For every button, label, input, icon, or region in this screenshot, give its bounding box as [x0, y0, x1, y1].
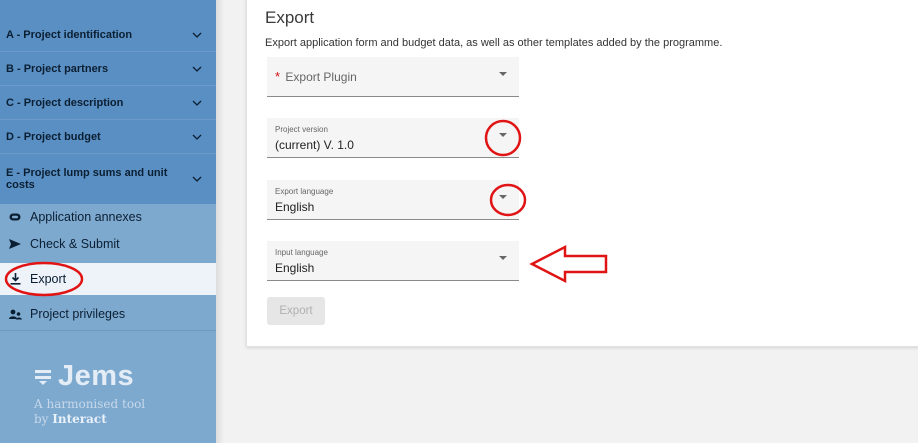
sidebar-item-label: Application annexes: [30, 210, 142, 224]
sidebar: A - Project identification B - Project p…: [0, 0, 216, 443]
sidebar-shadow: [216, 0, 224, 443]
sidebar-section-label: B - Project partners: [6, 62, 109, 75]
send-icon: [8, 237, 22, 251]
dropdown-arrow-icon: [499, 195, 507, 199]
sidebar-sections: A - Project identification B - Project p…: [0, 0, 216, 204]
logo-name: Jems: [58, 360, 135, 392]
export-language-select[interactable]: Export language English: [267, 180, 519, 220]
export-card: [246, 0, 918, 347]
sidebar-section-d[interactable]: D - Project budget: [0, 120, 216, 154]
sidebar-section-label: A - Project identification: [6, 29, 133, 41]
sidebar-section-label: E - Project lump sums and unit costs: [6, 167, 168, 191]
sidebar-item-label: Project privileges: [30, 307, 126, 321]
jems-logo-icon: [35, 369, 51, 385]
input-language-value: English: [275, 261, 315, 275]
logo-tagline-prefix: by: [34, 412, 53, 426]
sidebar-section-label: D - Project budget: [6, 130, 101, 143]
sidebar-item-export[interactable]: Export: [0, 263, 216, 295]
logo-tagline-line2: by Interact: [34, 412, 145, 427]
page-description: Export application form and budget data,…: [265, 37, 723, 49]
project-version-label: Project version: [275, 125, 328, 134]
dropdown-arrow-icon: [499, 256, 507, 260]
sidebar-item-project-privileges[interactable]: Project privileges: [0, 298, 216, 330]
chevron-down-icon: [192, 64, 202, 74]
export-language-value: English: [275, 200, 315, 214]
input-language-label: Input language: [275, 248, 328, 257]
project-version-select[interactable]: Project version (current) V. 1.0: [267, 118, 519, 158]
sidebar-item-label: Export: [30, 272, 67, 286]
sidebar-section-label: C - Project description: [6, 96, 124, 109]
export-language-label: Export language: [275, 187, 334, 196]
project-version-value: (current) V. 1.0: [275, 138, 354, 152]
required-marker: *: [275, 69, 281, 84]
chevron-down-icon: [192, 174, 202, 184]
export-button[interactable]: Export: [267, 297, 325, 325]
download-icon: [8, 272, 22, 286]
sidebar-section-a[interactable]: A - Project identification: [0, 19, 216, 52]
chevron-down-icon: [192, 132, 202, 142]
annex-icon: [8, 210, 22, 224]
users-icon: [8, 307, 22, 321]
dropdown-arrow-icon: [499, 133, 507, 137]
sidebar-item-check-submit[interactable]: Check & Submit: [0, 228, 216, 260]
sidebar-section-c[interactable]: C - Project description: [0, 86, 216, 120]
jems-logo: Jems A harmonised tool by Interact: [34, 360, 145, 427]
export-plugin-placeholder-text: Export Plugin: [285, 70, 357, 84]
input-language-select[interactable]: Input language English: [267, 241, 519, 281]
sidebar-divider: [0, 330, 216, 331]
logo-wordmark: Jems: [34, 360, 145, 393]
export-plugin-select[interactable]: * Export Plugin: [267, 57, 519, 97]
logo-tagline-brand: Interact: [52, 412, 107, 426]
logo-tagline-line1: A harmonised tool: [34, 397, 146, 411]
dropdown-arrow-icon: [499, 72, 507, 76]
chevron-down-icon: [192, 30, 202, 40]
sidebar-item-label: Check & Submit: [30, 237, 120, 251]
page-title: Export: [265, 8, 315, 27]
sidebar-section-e[interactable]: E - Project lump sums and unit costs: [0, 154, 216, 204]
logo-tagline: A harmonised tool by Interact: [34, 397, 145, 427]
sidebar-section-b[interactable]: B - Project partners: [0, 52, 216, 86]
chevron-down-icon: [192, 98, 202, 108]
export-plugin-placeholder: * Export Plugin: [275, 69, 357, 84]
